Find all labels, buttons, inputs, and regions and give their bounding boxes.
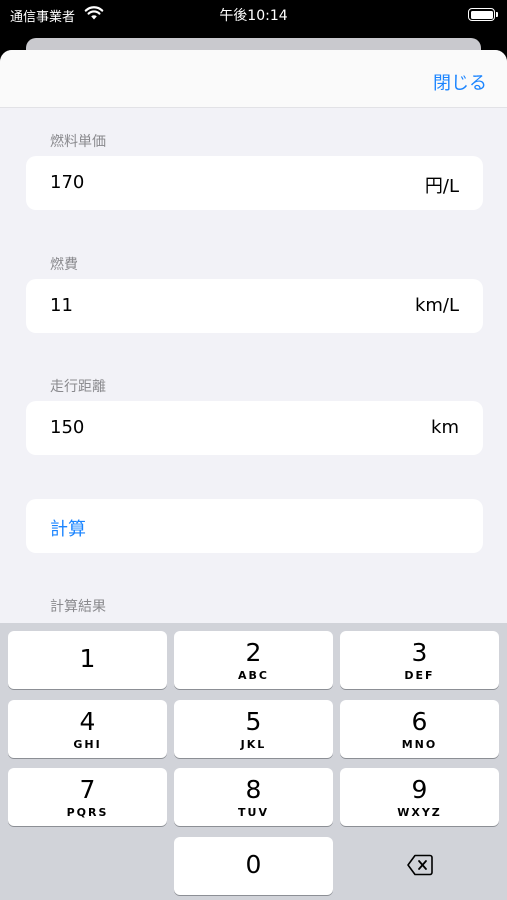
key-1[interactable]: 1 — [8, 631, 167, 689]
distance-unit: km — [431, 417, 459, 438]
key-digit: 0 — [245, 850, 262, 879]
fuel-price-field[interactable]: 170 円/L — [26, 156, 483, 210]
fuel-price-input[interactable]: 170 — [50, 172, 84, 193]
key-letters: JKL — [240, 738, 267, 751]
key-3[interactable]: 3 DEF — [340, 631, 499, 689]
key-4[interactable]: 4 GHI — [8, 700, 167, 758]
distance-label: 走行距離 — [50, 379, 106, 395]
fuel-efficiency-label: 燃費 — [50, 257, 78, 273]
fuel-efficiency-input[interactable]: 11 — [50, 295, 73, 316]
numeric-keypad: 1 2 ABC 3 DEF 4 GHI 5 JKL 6 MNO 7 PQRS 8… — [0, 623, 507, 900]
key-digit: 1 — [79, 644, 96, 673]
fuel-price-label: 燃料単価 — [50, 134, 106, 150]
backspace-icon — [407, 854, 433, 876]
result-label: 計算結果 — [50, 599, 106, 615]
key-7[interactable]: 7 PQRS — [8, 768, 167, 826]
close-button[interactable]: 閉じる — [433, 69, 487, 95]
key-5[interactable]: 5 JKL — [174, 700, 333, 758]
key-letters: MNO — [401, 738, 438, 751]
delete-key[interactable] — [340, 837, 499, 895]
calculate-button[interactable]: 計算 — [26, 499, 483, 553]
fuel-efficiency-unit: km/L — [414, 295, 459, 316]
key-letters: GHI — [73, 738, 102, 751]
key-digit: 7 — [79, 775, 96, 804]
key-digit: 4 — [79, 707, 96, 736]
key-digit: 8 — [245, 775, 262, 804]
key-9[interactable]: 9 WXYZ — [340, 768, 499, 826]
key-letters: PQRS — [66, 806, 109, 819]
distance-field[interactable]: 150 km — [26, 401, 483, 455]
fuel-price-unit: 円/L — [424, 176, 459, 197]
key-digit: 6 — [411, 707, 428, 736]
fuel-efficiency-field[interactable]: 11 km/L — [26, 279, 483, 333]
key-letters: ABC — [238, 669, 269, 682]
key-digit: 2 — [245, 638, 262, 667]
key-2[interactable]: 2 ABC — [174, 631, 333, 689]
key-digit: 9 — [411, 775, 428, 804]
key-digit: 3 — [411, 638, 428, 667]
key-0[interactable]: 0 — [174, 837, 333, 895]
key-8[interactable]: 8 TUV — [174, 768, 333, 826]
sheet-header: 閉じる — [0, 50, 507, 108]
status-time: 午後10:14 — [219, 8, 288, 24]
status-bar: 通信事業者 午後10:14 — [0, 0, 507, 30]
key-letters: WXYZ — [397, 806, 442, 819]
calculate-button-label: 計算 — [50, 519, 86, 540]
battery-icon — [468, 8, 498, 21]
key-6[interactable]: 6 MNO — [340, 700, 499, 758]
key-letters: TUV — [238, 806, 269, 819]
key-digit: 5 — [245, 707, 262, 736]
distance-input[interactable]: 150 — [50, 417, 84, 438]
key-letters: DEF — [404, 669, 435, 682]
